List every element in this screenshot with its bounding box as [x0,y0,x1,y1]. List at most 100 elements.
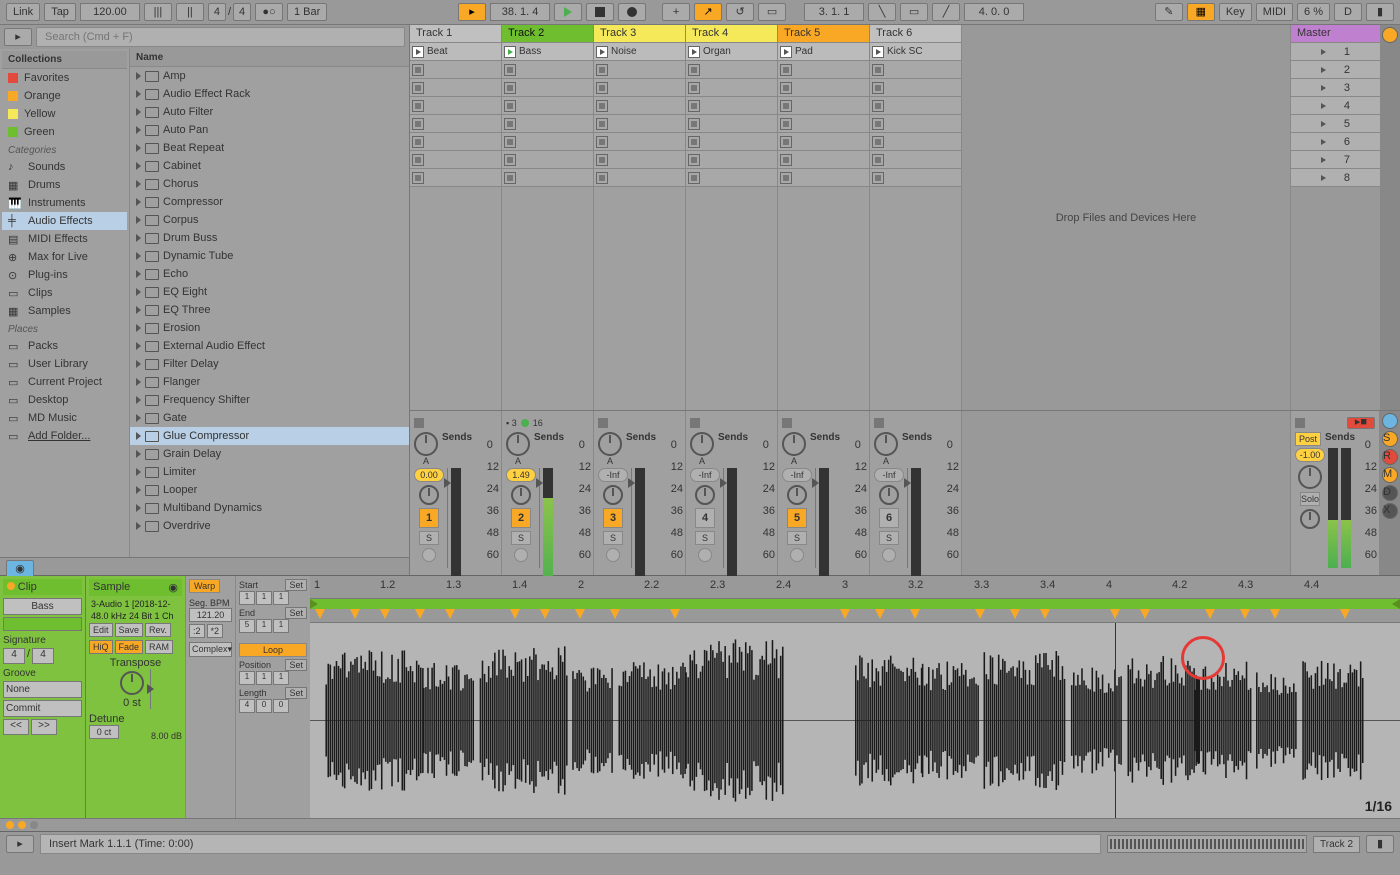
automation-arm-icon[interactable]: ↗ [694,3,722,21]
category-item[interactable]: ▤MIDI Effects [2,230,127,248]
clip-slot-empty[interactable] [410,61,501,79]
post-button[interactable]: Post [1295,432,1321,446]
browser-collapse-icon[interactable]: ▸ [4,28,32,46]
clip-stop-icon[interactable] [872,118,884,130]
punch-out-icon[interactable]: ╱ [932,3,960,21]
clip-slot-empty[interactable] [778,97,869,115]
warp-marker[interactable] [1270,609,1280,619]
fade-button[interactable]: Fade [115,640,144,654]
scene-launch[interactable]: 2 [1291,61,1380,79]
clip-stop-icon[interactable] [596,172,608,184]
device-view-icon[interactable] [6,821,14,829]
set-start-button[interactable]: Set [285,579,307,591]
clip-slot-empty[interactable] [870,79,961,97]
warp-marker[interactable] [670,609,680,619]
metronome-toggle-icon[interactable]: ●○ [255,3,283,21]
cue-volume-knob[interactable] [1298,465,1322,489]
clip-slot-empty[interactable] [410,169,501,187]
position-digit[interactable]: 5 [239,619,255,633]
search-input[interactable] [36,27,405,47]
clip-stop-icon[interactable] [596,118,608,130]
detune-value[interactable]: 0 ct [89,725,119,739]
clip-stop-icon[interactable] [780,100,792,112]
clip-stop-icon[interactable] [688,64,700,76]
clip-stop-icon[interactable] [504,100,516,112]
io-section-icon[interactable] [1382,27,1398,43]
quantize-menu[interactable]: 1 Bar [287,3,327,21]
warp-marker[interactable] [1140,609,1150,619]
groove-selector[interactable]: None [3,681,82,698]
arm-button[interactable] [698,548,712,562]
clip-slot-empty[interactable] [410,115,501,133]
device-item[interactable]: Echo [130,265,409,283]
delay-toggle-icon[interactable]: D [1382,485,1398,501]
set-length-button[interactable]: Set [285,687,307,699]
clip-slot-empty[interactable] [502,115,593,133]
clip-slot-empty[interactable] [410,97,501,115]
collection-item[interactable]: Yellow [2,105,127,123]
master-track-header[interactable]: Master [1291,25,1380,43]
clip-stop-icon[interactable] [688,100,700,112]
clip-stop-icon[interactable] [688,136,700,148]
track-activator[interactable]: 2 [511,508,531,528]
returns-toggle-icon[interactable]: R [1382,449,1398,465]
clip-play-icon[interactable] [780,46,792,58]
clip-play-icon[interactable] [596,46,608,58]
clip-slot-empty[interactable] [594,97,685,115]
clip-play-icon[interactable] [872,46,884,58]
loop-start[interactable]: 3. 1. 1 [804,3,864,21]
clip-slot-empty[interactable] [594,61,685,79]
clip-slot-empty[interactable] [410,133,501,151]
clip-stop-icon[interactable] [780,136,792,148]
device-item[interactable]: Auto Pan [130,121,409,139]
position-digit[interactable]: 1 [273,619,289,633]
device-item[interactable]: Limiter [130,463,409,481]
volume-fader[interactable] [720,478,727,488]
draw-mode-icon[interactable]: ✎ [1155,3,1183,21]
warp-marker[interactable] [315,609,325,619]
position-digit[interactable]: 1 [239,671,255,685]
volume-readout[interactable]: -Inf [690,468,720,482]
clip-slot-empty[interactable] [502,133,593,151]
clip-slot-empty[interactable] [594,79,685,97]
clip-stop-icon[interactable] [412,64,424,76]
warp-marker[interactable] [1340,609,1350,619]
envelope-icon[interactable] [30,821,38,829]
clip-stop-icon[interactable] [872,100,884,112]
send-knob[interactable] [506,432,530,456]
clip-color-swatch[interactable] [3,617,82,631]
pan-knob[interactable] [603,485,623,505]
volume-readout[interactable]: -Inf [874,468,904,482]
clip-stop-icon[interactable] [412,172,424,184]
sends-toggle-icon[interactable]: S [1382,431,1398,447]
tap-button[interactable]: Tap [44,3,76,21]
sample-filename[interactable]: 3-Audio 1 [2018-12- [89,599,182,609]
position-digit[interactable]: 1 [256,671,272,685]
key-map-button[interactable]: Key [1219,3,1252,21]
clip-stop-icon[interactable] [780,172,792,184]
seg-bpm-value[interactable]: 121.20 [189,608,232,622]
warp-marker[interactable] [840,609,850,619]
place-item[interactable]: ▭MD Music [2,409,127,427]
clip-stop-icon[interactable] [412,118,424,130]
clip-slot-empty[interactable] [594,133,685,151]
warp-marker[interactable] [875,609,885,619]
clip-view-icon[interactable] [18,821,26,829]
device-item[interactable]: Beat Repeat [130,139,409,157]
clip-slot-empty[interactable] [870,151,961,169]
track-activator[interactable]: 5 [787,508,807,528]
warp-mode-selector[interactable]: Complex▾ [189,642,232,657]
device-item[interactable]: Gate [130,409,409,427]
clip-stop-icon[interactable] [596,100,608,112]
clip-slot-empty[interactable] [410,79,501,97]
device-item[interactable]: Frequency Shifter [130,391,409,409]
place-item[interactable]: ▭Current Project [2,373,127,391]
volume-fader[interactable] [904,478,911,488]
warp-marker[interactable] [910,609,920,619]
send-knob[interactable] [598,432,622,456]
place-item[interactable]: ▭Packs [2,337,127,355]
stop-all-clips-icon[interactable]: ▸■ [1347,417,1375,429]
help-view-icon[interactable]: ▸ [6,835,34,853]
warp-marker[interactable] [445,609,455,619]
clip-stop-icon[interactable] [504,64,516,76]
